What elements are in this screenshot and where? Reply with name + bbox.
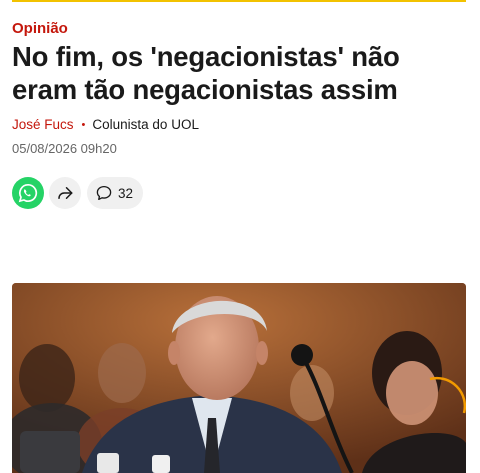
top-accent-rule xyxy=(12,0,466,2)
author-link[interactable]: José Fucs xyxy=(12,117,74,132)
byline-separator: • xyxy=(81,118,86,131)
whatsapp-share-button[interactable] xyxy=(12,177,44,209)
section-label[interactable]: Opinião xyxy=(12,20,68,37)
headline: No fim, os 'negacionistas' não eram tão … xyxy=(12,41,400,105)
publish-timestamp: 05/08/2026 09h20 xyxy=(12,141,117,156)
article-photo[interactable] xyxy=(12,283,466,473)
whatsapp-icon xyxy=(18,183,38,203)
photo-illustration xyxy=(12,283,466,473)
share-arrow-icon xyxy=(58,187,73,199)
byline: José Fucs • Colunista do UOL xyxy=(12,117,199,132)
share-actions: 32 xyxy=(12,177,144,209)
comment-bubble-icon xyxy=(96,185,112,201)
comments-button[interactable]: 32 xyxy=(87,177,144,209)
share-button[interactable] xyxy=(49,177,81,209)
comment-count: 32 xyxy=(118,185,134,201)
author-role: Colunista do UOL xyxy=(92,117,199,132)
